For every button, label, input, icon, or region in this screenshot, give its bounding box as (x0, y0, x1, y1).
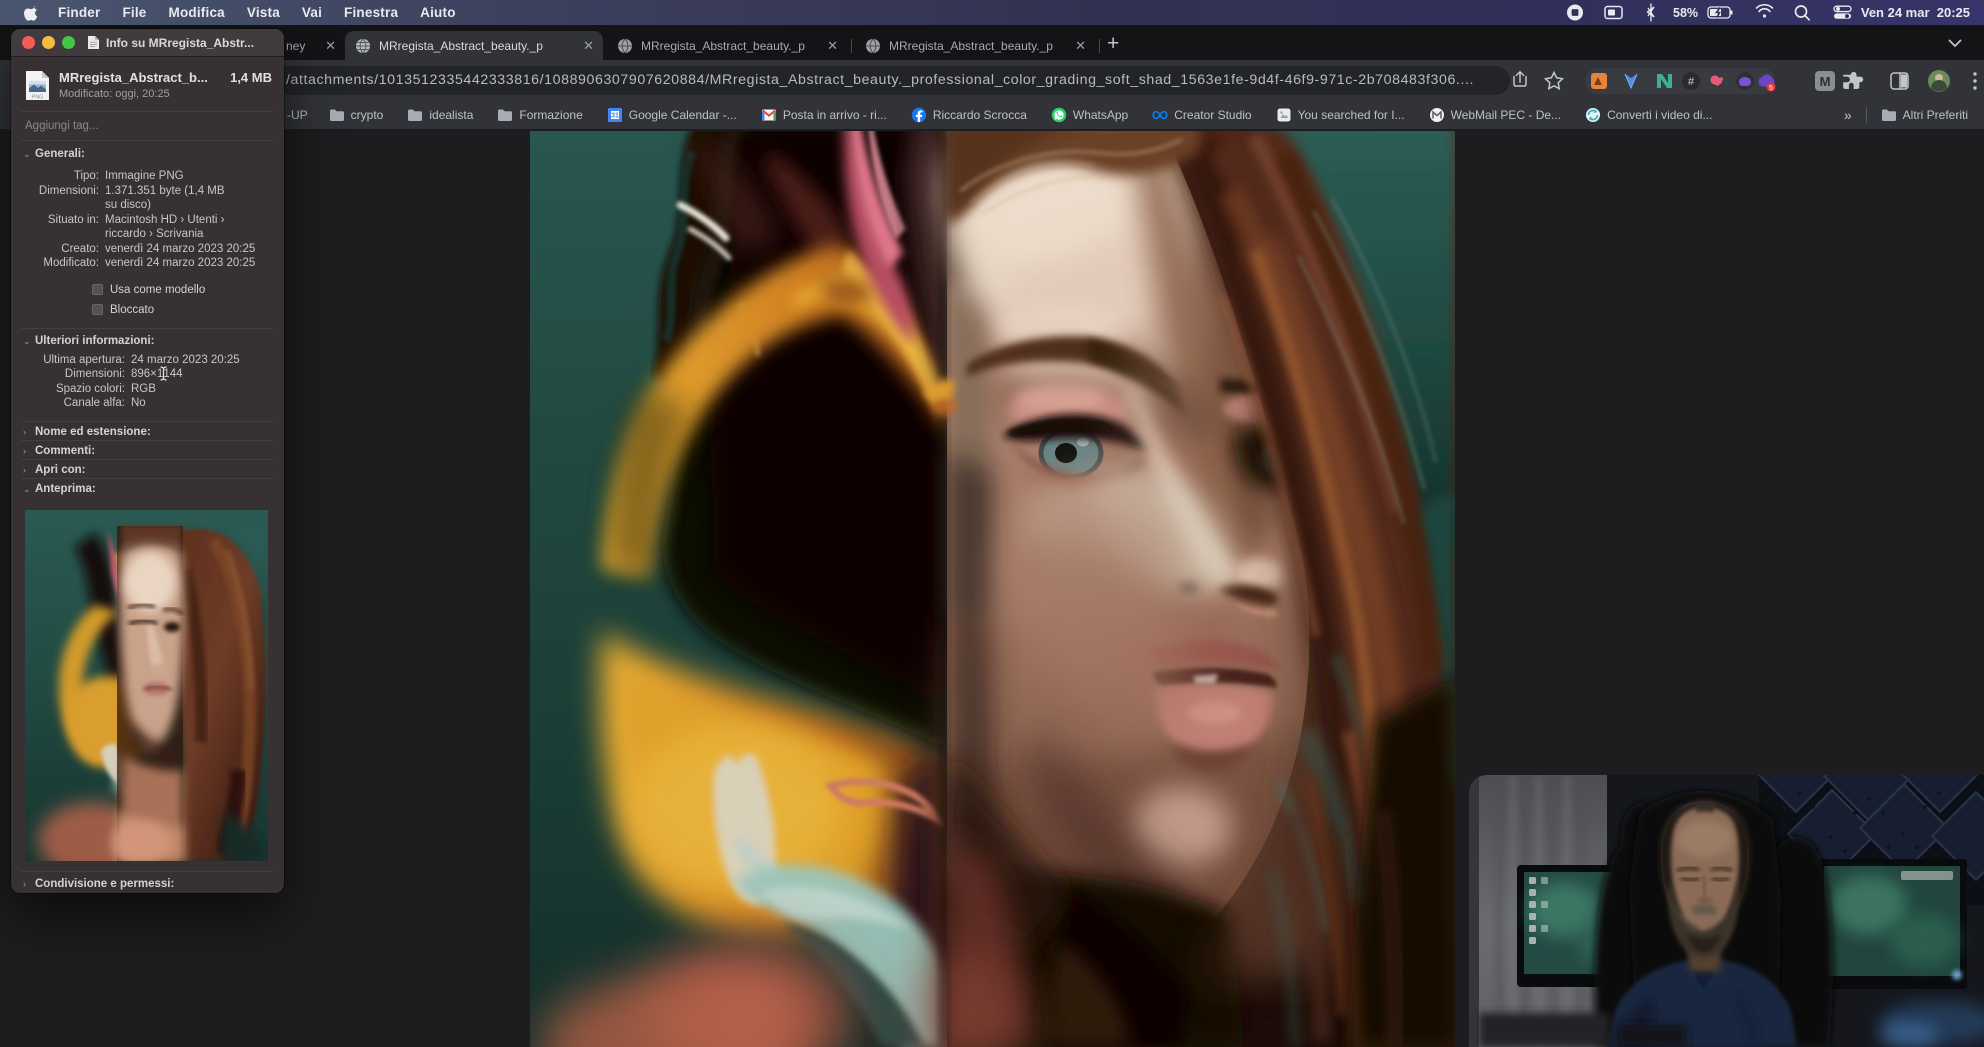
svg-text:58%: 58% (1673, 6, 1698, 20)
svg-text:31: 31 (611, 113, 619, 120)
svg-text:#: # (1688, 76, 1695, 88)
svg-text:5: 5 (1769, 85, 1773, 92)
svg-text:PNG: PNG (32, 95, 44, 101)
svg-text:M: M (1820, 74, 1831, 89)
